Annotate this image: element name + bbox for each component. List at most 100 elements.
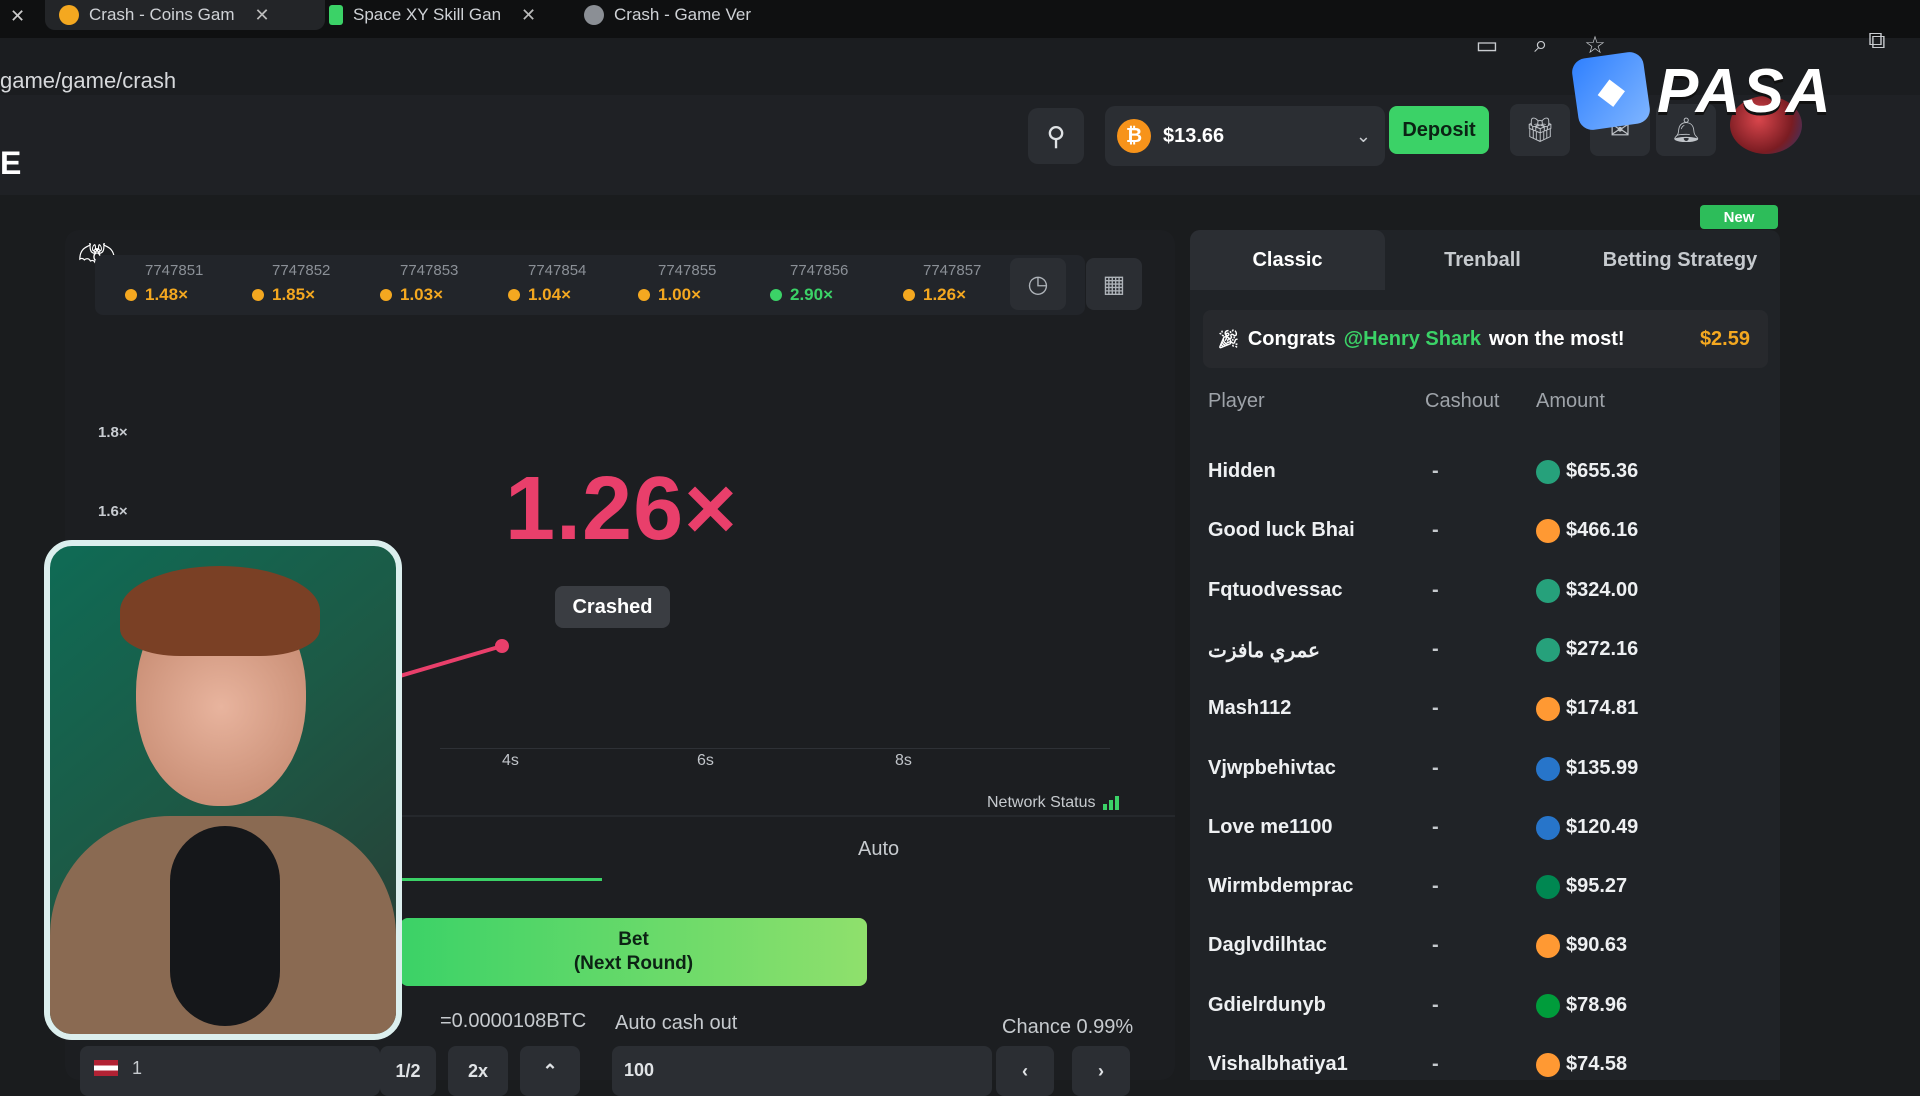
half-bet-button[interactable]: 1/2 [380,1046,436,1096]
player-name: Vjwpbehivtac [1208,756,1336,779]
column-header-amount: Amount [1536,390,1605,412]
close-icon[interactable]: ✕ [521,5,536,26]
browser-tab-spacexy[interactable]: Space XY Skill Gan ✕ [315,0,555,30]
y-axis-label: 1.6× [98,503,128,520]
history-item[interactable]: 7747852 1.85× [252,259,362,309]
round-history: 7747851 1.48× 7747852 1.85× 7747853 1.03… [95,255,1085,315]
column-header-player: Player [1208,390,1265,412]
india-flag-icon [1536,1053,1560,1077]
deposit-button[interactable]: Deposit [1389,106,1489,154]
search-button[interactable]: ⚲ [1028,108,1084,164]
congrats-suffix: won the most! [1489,327,1625,350]
browser-tab-strip: ✕ Crash - Coins Gam ✕ Space XY Skill Gan… [0,0,1920,38]
usdc-icon [1536,815,1560,840]
auto-cashout-label: Auto cash out [615,1012,738,1034]
round-id: 7747853 [400,262,459,279]
close-icon[interactable]: ✕ [254,5,269,26]
dragon-logo-icon: ◆ [1570,50,1652,132]
grid-view-button[interactable]: ▦ [1086,258,1142,310]
round-id: 7747852 [272,262,331,279]
party-icon: 🎉︎ [1217,328,1240,349]
current-multiplier: 1.26× [505,459,738,559]
round-id: 7747851 [145,262,204,279]
chevron-up-icon: ⌃ [542,1060,558,1081]
browser-tab-crash[interactable]: Crash - Coins Gam ✕ [45,0,325,30]
congrats-prefix: Congrats [1247,327,1336,350]
gift-icon: 🎁︎ [1524,116,1556,144]
bet-button-sublabel: (Next Round) [573,953,694,974]
chevron-down-icon: ⌄ [1355,125,1371,146]
player-amount: $78.96 [1566,993,1628,1016]
tab-auto[interactable]: Auto [858,838,899,861]
player-row: Wirmbdemprac - $95.27 [1208,867,1768,907]
coins-icon [59,5,79,25]
history-item[interactable]: 7747854 1.04× [508,259,618,309]
round-multiplier: 1.85× [272,285,316,304]
y-axis-label: 1.8× [98,424,128,441]
congrats-amount: $2.59 [1699,327,1750,350]
bet-button[interactable]: Bet (Next Round) [400,918,867,986]
history-dot [770,289,782,301]
tab-betting-strategy[interactable]: Betting Strategy [1580,230,1780,290]
tab-title: Crash - Coins Gam [89,5,235,24]
history-item[interactable]: 7747856 2.90× [770,259,880,309]
tab-title: Crash - Game Ver [614,5,751,24]
url-field[interactable]: game/game/crash [0,68,176,94]
player-amount: $324.00 [1566,578,1639,601]
decrease-cashout-button[interactable]: ‹ [996,1046,1054,1096]
clock-icon: ◷ [1027,270,1049,298]
extensions-icon[interactable]: ⧉ [1860,24,1894,58]
channel-logo: ◆ PASA [1570,50,1833,132]
player-amount: $272.16 [1566,637,1639,660]
round-id: 7747857 [923,262,982,279]
increase-cashout-button[interactable]: › [1072,1046,1130,1096]
history-dot [903,289,915,301]
gift-button[interactable]: 🎁︎ [1510,104,1570,156]
india-flag-icon [1536,697,1560,722]
player-cashout: - [1432,756,1439,779]
bet-amount-field[interactable]: 1 [80,1046,380,1096]
tab-classic[interactable]: Classic [1190,230,1385,290]
network-status: Network Status [987,794,1120,812]
player-row: Vjwpbehivtac - $135.99 [1208,749,1768,789]
crash-curve [400,639,509,678]
x-axis-label: 4s [502,752,519,769]
nigeria-flag-icon [1536,875,1560,900]
player-name: Wirmbdemprac [1208,875,1354,898]
player-row: Gdielrdunyb - $78.96 [1208,986,1768,1026]
player-amount: $174.81 [1566,697,1639,720]
history-clock-button[interactable]: ◷ [1010,258,1066,310]
player-cashout: - [1432,815,1439,838]
auto-cashout-field[interactable]: 100 [612,1046,992,1096]
zoom-icon[interactable]: ⌕ [1524,28,1558,62]
player-row: Love me1100 - $120.49 [1208,808,1768,848]
player-row: Mash112 - $174.81 [1208,689,1768,729]
browser-tab-crash-version[interactable]: Crash - Game Ver [570,0,810,30]
history-item[interactable]: 7747857 1.26× [903,259,1013,309]
tab-trenball[interactable]: Trenball [1385,230,1580,290]
cast-icon[interactable]: ▭ [1470,28,1504,62]
logo-text: PASA [1657,56,1833,126]
congrats-user[interactable]: @Henry Shark [1344,328,1481,351]
player-name: عمري مافزت [1208,639,1320,662]
bet-stepper[interactable]: ⌃ [520,1046,580,1096]
search-icon: ⚲ [1046,120,1066,151]
manual-tab-indicator [395,878,602,881]
usdt-icon [1536,578,1560,603]
player-amount: $466.16 [1566,519,1639,542]
close-icon[interactable]: ✕ [10,6,25,27]
chevron-left-icon: ‹ [1022,1060,1028,1081]
bet-button-label: Bet [618,929,649,950]
history-item[interactable]: 7747855 1.00× [638,259,748,309]
history-dot [380,289,392,301]
double-bet-button[interactable]: 2x [448,1046,508,1096]
tab-title: Space XY Skill Gan [353,5,502,24]
wallet-selector[interactable]: ₿ $13.66 ⌄ [1105,106,1385,166]
history-item[interactable]: 7747851 1.48× [125,259,235,309]
crashed-status-badge: Crashed [555,586,670,628]
congrats-banner: 🎉︎ Congrats @Henry Shark won the most! $… [1203,310,1768,368]
new-badge: New [1700,205,1778,229]
history-item[interactable]: 7747853 1.03× [380,259,490,309]
player-cashout: - [1432,697,1439,720]
game-icon [584,5,604,25]
